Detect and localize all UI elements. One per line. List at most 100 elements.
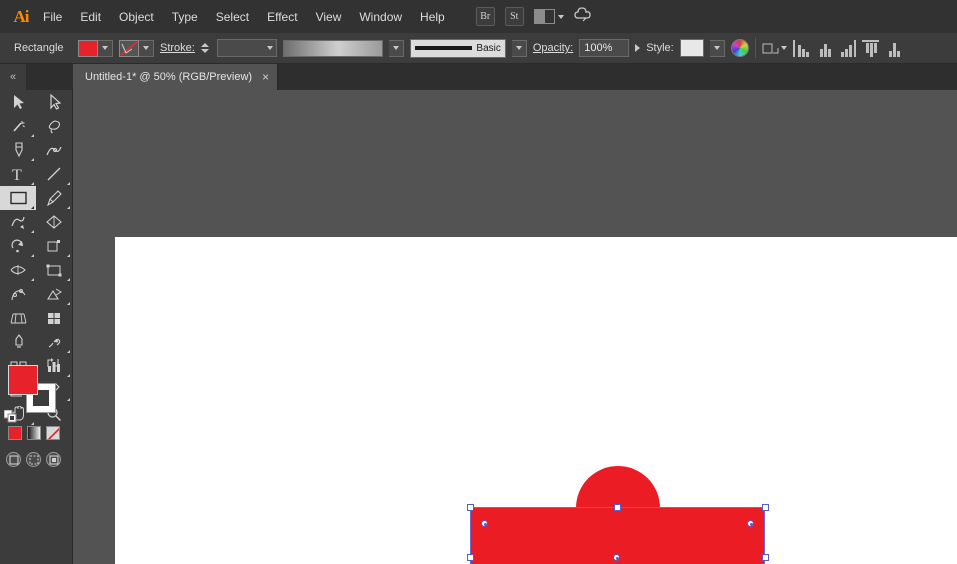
shape-center-point[interactable] [613,554,620,561]
tab-bar-spacer [26,64,73,90]
paintbrush-tool[interactable] [36,186,72,210]
active-tool-label: Rectangle [14,42,64,54]
align-right-icon[interactable] [839,39,856,57]
type-tool[interactable]: T [0,162,36,186]
fill-color-dropdown[interactable] [98,39,113,57]
distribute-center-icon[interactable] [885,40,902,57]
artboard[interactable] [115,237,957,564]
menu-item-effect[interactable]: Effect [258,6,306,28]
graphic-style-swatch[interactable] [679,39,704,57]
fill-stroke-control [3,358,59,423]
mesh-tool[interactable] [36,306,72,330]
stroke-weight-input[interactable] [216,39,277,57]
menu-item-file[interactable]: File [34,6,71,28]
selection-handle-middle-left[interactable] [466,553,474,561]
brush-definition-select[interactable]: Basic [409,38,506,58]
stroke-profile-preview[interactable] [282,39,383,57]
selection-handle-middle-right[interactable] [761,553,769,561]
app-logo-icon: Ai [13,6,30,26]
menu-item-edit[interactable]: Edit [71,6,110,28]
menu-item-object[interactable]: Object [110,6,163,28]
fill-color-swatch[interactable] [78,39,98,57]
brush-name-label: Basic [476,42,501,54]
opacity-input[interactable]: 100% [579,39,630,57]
opacity-label[interactable]: Opacity: [533,42,573,54]
rectangle-tool[interactable] [0,186,36,210]
corner-widget-top-right[interactable] [747,520,754,527]
stroke-color-dropdown[interactable] [139,39,154,57]
selection-handle-top-center[interactable] [614,503,621,511]
adobe-stock-icon[interactable]: St [504,7,524,26]
selection-tool[interactable] [0,90,36,114]
semicircle-shape[interactable] [576,466,660,508]
menu-item-help[interactable]: Help [411,6,454,28]
direct-selection-tool[interactable] [36,90,72,114]
scale-tool[interactable] [36,234,72,258]
corner-widget-top-left[interactable] [481,520,488,527]
color-mode-icon[interactable] [8,426,22,440]
menu-item-window[interactable]: Window [350,6,411,28]
selection-handle-top-right[interactable] [761,503,769,511]
graphic-style-dropdown[interactable] [709,39,725,57]
puppet-warp-tool[interactable] [0,282,36,306]
align-left-icon[interactable] [792,39,810,57]
pen-tool[interactable] [0,138,36,162]
stroke-color-control[interactable] [119,39,154,57]
line-segment-tool[interactable] [36,162,72,186]
arrange-documents-icon[interactable] [533,9,564,24]
selection-handle-top-left[interactable] [466,503,474,511]
draw-inside-icon[interactable] [46,452,61,467]
chevron-down-icon [266,46,273,50]
shaper-tool[interactable] [0,210,36,234]
rotate-tool[interactable] [0,234,36,258]
control-bar-divider [754,38,756,58]
tools-panel: T [0,90,73,564]
draw-normal-icon[interactable] [6,452,21,467]
menu-item-type[interactable]: Type [163,6,207,28]
gradient-tool[interactable] [0,330,36,354]
curvature-tool[interactable] [36,138,72,162]
shape-builder-2-tool[interactable] [36,282,72,306]
chevron-down-icon [392,46,399,50]
stroke-label[interactable]: Stroke: [160,42,195,54]
lasso-tool[interactable] [36,114,72,138]
recolor-artwork-icon[interactable] [730,39,749,57]
close-icon[interactable]: × [262,70,269,84]
stroke-profile-dropdown[interactable] [388,39,404,57]
transform-icon[interactable] [762,41,787,56]
fill-color-indicator[interactable] [8,365,38,395]
swap-fill-stroke-icon[interactable] [46,357,60,372]
default-fill-stroke-icon[interactable] [3,409,17,423]
chevron-down-icon [557,14,564,19]
chevron-down-icon [143,46,149,50]
brush-definition-dropdown[interactable] [511,39,527,57]
perspective-grid-tool[interactable] [0,306,36,330]
control-bar: Rectangle Stroke: Basic Opacity: 100% St… [0,33,957,64]
none-mode-icon[interactable] [46,426,60,440]
collapse-panel-icon[interactable]: « [0,64,26,90]
shape-builder-tool[interactable] [36,210,72,234]
fill-color-control[interactable] [78,39,113,57]
document-tab[interactable]: Untitled-1* @ 50% (RGB/Preview) × [73,64,279,90]
menu-bar-right-group: Br St [475,6,594,27]
distribute-top-icon[interactable] [861,39,879,57]
draw-behind-icon[interactable] [26,452,41,467]
opacity-flyout-icon[interactable] [635,44,641,52]
menu-item-select[interactable]: Select [207,6,258,28]
sync-cloud-icon[interactable] [574,6,594,27]
align-center-icon[interactable] [816,40,833,57]
stroke-weight-stepper[interactable] [200,40,211,57]
stroke-color-swatch[interactable] [119,39,139,57]
magic-wand-tool[interactable] [0,114,36,138]
canvas-area[interactable] [74,90,957,564]
free-transform-tool[interactable] [36,258,72,282]
bridge-icon[interactable]: Br [475,7,495,26]
chevron-down-icon [780,46,787,50]
chevron-down-icon [515,46,522,50]
document-tab-bar: « Untitled-1* @ 50% (RGB/Preview) × [0,64,957,90]
menu-item-view[interactable]: View [307,6,351,28]
gradient-mode-icon[interactable] [27,426,41,440]
width-tool[interactable] [0,258,36,282]
document-tab-title: Untitled-1* @ 50% (RGB/Preview) [85,71,253,83]
eyedropper-tool[interactable] [36,330,72,354]
